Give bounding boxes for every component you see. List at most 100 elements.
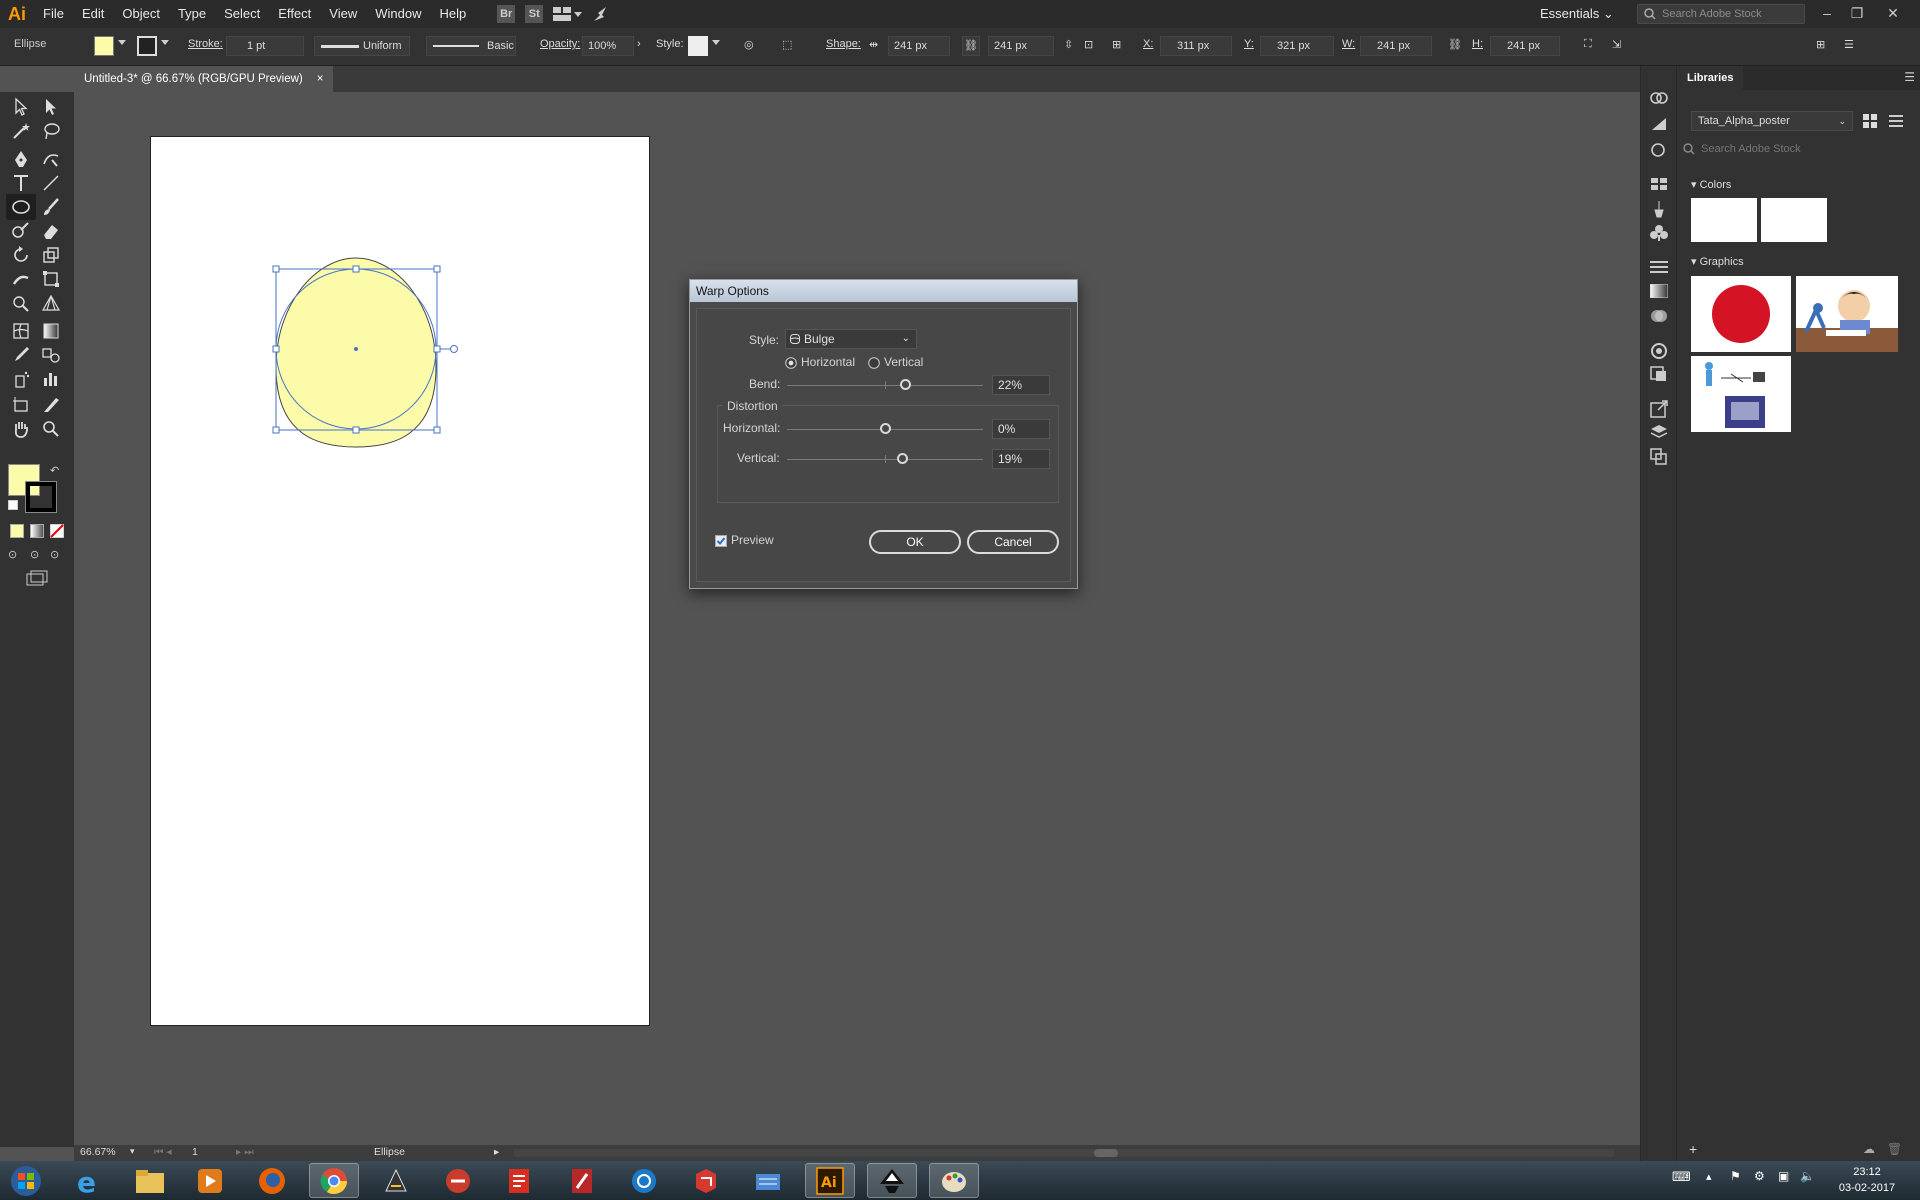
taskbar-pdf-editor[interactable] (557, 1163, 607, 1198)
zoom-tool-icon[interactable] (40, 418, 62, 440)
zoom-level[interactable]: 66.67% (80, 1146, 116, 1158)
menu-window[interactable]: Window (366, 0, 430, 28)
constrain-proportions-icon[interactable]: ⛓ (1448, 38, 1462, 51)
panel-layout-icon[interactable]: ⊞ (1816, 38, 1825, 51)
distortion-vertical-knob[interactable] (897, 453, 908, 464)
stroke-label[interactable]: Stroke: (188, 38, 223, 50)
free-transform-tool-icon[interactable] (40, 268, 62, 290)
distortion-vertical-input[interactable]: 19% (992, 449, 1050, 469)
volume-icon[interactable]: 🔈 (1800, 1169, 1815, 1183)
y-field[interactable]: 321 px (1260, 36, 1334, 56)
recolor-artwork-icon[interactable]: ◎ (744, 38, 754, 51)
ok-button[interactable]: OK (869, 530, 961, 554)
artboard-tool-icon[interactable] (10, 394, 32, 416)
taskbar-file-explorer[interactable] (125, 1163, 175, 1198)
panel-menu-icon[interactable]: ☰ (1904, 70, 1915, 84)
chevron-down-icon[interactable] (712, 40, 720, 45)
distortion-horizontal-input[interactable]: 0% (992, 419, 1050, 439)
bend-input[interactable]: 22% (992, 375, 1050, 395)
grid-view-icon[interactable] (1863, 114, 1877, 128)
stroke-profile-select[interactable]: Uniform (314, 36, 410, 56)
show-hidden-icons[interactable]: ▴ (1706, 1170, 1712, 1183)
artboard-number[interactable]: 1 (192, 1146, 198, 1158)
taskbar-keyboard-app[interactable] (743, 1163, 793, 1198)
swatches-icon[interactable] (1650, 176, 1668, 192)
symbols-icon[interactable] (1650, 224, 1668, 242)
shape-height-field[interactable]: 241 px (988, 36, 1054, 56)
transform-options-icon[interactable]: ⇲ (1612, 38, 1621, 51)
preview-checkbox[interactable]: Preview (715, 533, 785, 549)
graphic-thumbnail-japan-flag[interactable] (1691, 276, 1791, 352)
brushes-icon[interactable] (1650, 200, 1668, 218)
list-view-icon[interactable] (1889, 114, 1903, 128)
menu-select[interactable]: Select (215, 0, 269, 28)
taskbar-media-player[interactable] (185, 1163, 235, 1198)
color-mode-icon[interactable] (10, 524, 24, 538)
direct-selection-tool-icon[interactable] (40, 96, 62, 118)
taskbar-chrome[interactable] (309, 1163, 359, 1198)
w-label[interactable]: W: (1342, 38, 1355, 50)
language-bar-icon[interactable]: ⌨ (1672, 1169, 1691, 1185)
cloud-sync-icon[interactable]: ☁ (1863, 1142, 1875, 1156)
draw-normal-icon[interactable]: ⊙ (8, 548, 17, 561)
menu-file[interactable]: File (34, 0, 73, 28)
horizontal-radio[interactable]: Horizontal (785, 355, 869, 371)
swap-colors-icon[interactable]: ↶ (50, 464, 59, 477)
trash-icon[interactable]: 🗑 (1887, 1142, 1902, 1156)
export-icon[interactable] (1650, 400, 1668, 418)
taskbar-network-app[interactable] (619, 1163, 669, 1198)
mesh-tool-icon[interactable] (10, 320, 32, 342)
library-color-swatch[interactable] (1691, 198, 1757, 242)
taskbar-sketchup[interactable] (681, 1163, 731, 1198)
bend-slider-knob[interactable] (900, 379, 911, 390)
shaper-tool-icon[interactable] (10, 220, 32, 242)
chevron-down-icon[interactable] (118, 40, 126, 45)
minimize-button[interactable]: – (1812, 0, 1842, 28)
menu-effect[interactable]: Effect (269, 0, 320, 28)
taskbar-illustrator[interactable]: Ai (805, 1163, 855, 1198)
warp-tool-icon[interactable] (10, 268, 32, 290)
layers-icon[interactable] (1650, 424, 1668, 440)
distortion-horizontal-knob[interactable] (880, 423, 891, 434)
properties-icon[interactable] (1650, 116, 1668, 132)
chevron-down-icon[interactable] (161, 40, 169, 45)
menu-help[interactable]: Help (430, 0, 475, 28)
blend-tool-icon[interactable] (40, 344, 62, 366)
rotate-tool-icon[interactable] (10, 244, 32, 266)
workspace-switcher[interactable]: Essentials ⌄ (1540, 0, 1614, 28)
magic-wand-tool-icon[interactable] (10, 120, 32, 142)
taskbar-pdf-reader[interactable] (494, 1163, 544, 1198)
hand-tool-icon[interactable] (10, 418, 32, 440)
brush-select[interactable]: Basic (426, 36, 516, 56)
graphic-styles-icon[interactable] (1650, 366, 1668, 382)
restore-button[interactable]: ❐ (1842, 0, 1872, 28)
taskbar-3d-app[interactable] (371, 1163, 421, 1198)
colors-section-header[interactable]: ▾ Colors (1691, 178, 1731, 191)
line-tool-icon[interactable] (40, 172, 62, 194)
canvas-area[interactable] (74, 92, 1640, 1145)
symbol-sprayer-tool-icon[interactable] (10, 368, 32, 390)
horizontal-scroll-thumb[interactable] (1094, 1149, 1118, 1157)
y-label[interactable]: Y: (1244, 38, 1254, 50)
lasso-tool-icon[interactable] (40, 120, 62, 142)
link-icon[interactable]: ⛓ (962, 36, 980, 56)
draw-inside-icon[interactable]: ⊙ (50, 548, 59, 561)
bridge-icon[interactable]: Br (497, 5, 516, 23)
isolate-icon[interactable]: ⛶ (1584, 38, 1592, 51)
shape-builder-tool-icon[interactable] (10, 292, 32, 314)
status-menu-icon[interactable]: ▸ (494, 1146, 499, 1158)
gradient-panel-icon[interactable] (1650, 284, 1668, 298)
selection-tool-icon[interactable] (10, 96, 32, 118)
pen-tool-icon[interactable] (10, 148, 32, 170)
horizontal-scrollbar[interactable] (514, 1149, 1614, 1157)
artboards-icon[interactable] (1650, 448, 1668, 466)
taskbar-inkscape[interactable] (867, 1163, 917, 1198)
add-content-icon[interactable]: + (1689, 1141, 1697, 1157)
taskbar-paint[interactable] (929, 1163, 979, 1198)
graphic-style-swatch[interactable] (688, 36, 708, 56)
document-tab[interactable]: Untitled-3* @ 66.67% (RGB/GPU Preview) × (74, 66, 334, 92)
menu-edit[interactable]: Edit (73, 0, 113, 28)
system-clock[interactable]: 23:12 03-02-2017 (1822, 1164, 1912, 1196)
panel-menu-icon[interactable]: ☰ (1844, 38, 1854, 51)
opacity-label[interactable]: Opacity: (540, 38, 580, 50)
